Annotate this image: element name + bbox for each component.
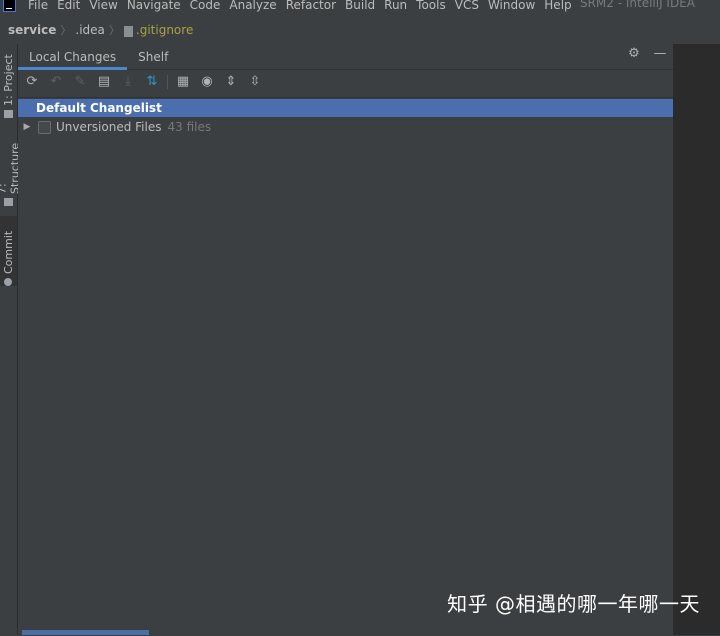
tool-tab-structure[interactable]: 7: Structure — [0, 130, 22, 206]
structure-icon — [4, 198, 13, 206]
tab-shelf[interactable]: Shelf — [127, 45, 179, 69]
menu-file[interactable]: File — [28, 0, 48, 12]
bottom-indicator — [22, 630, 149, 635]
unversioned-checkbox[interactable] — [38, 120, 51, 134]
refresh-icon[interactable]: ⟳ — [24, 74, 40, 90]
panel-header: Local Changes Shelf ⚙ — — [18, 44, 673, 70]
gear-icon[interactable]: ⚙ — [627, 47, 641, 61]
unversioned-label: Unversioned Files — [56, 120, 162, 134]
left-tool-strip: 1: Project 7: Structure Commit — [0, 44, 22, 635]
unversioned-files-row[interactable]: ▶ Unversioned Files 43 files — [18, 118, 673, 136]
menu-vcs[interactable]: VCS — [455, 0, 479, 12]
group-by-icon[interactable]: ▦ — [175, 74, 191, 90]
tab-local-changes[interactable]: Local Changes — [18, 45, 128, 70]
menu-analyze[interactable]: Analyze — [229, 0, 276, 12]
menu-run[interactable]: Run — [384, 0, 407, 12]
breadcrumb-module[interactable]: service — [8, 23, 56, 37]
show-diff-icon[interactable]: ▤ — [96, 74, 112, 90]
breadcrumb-folder[interactable]: .idea — [75, 23, 105, 37]
breadcrumb: service 〉 .idea 〉 .gitignore — [0, 18, 720, 42]
window-title: SRM2 - IntelliJ IDEA — [579, 0, 695, 10]
menu-navigate[interactable]: Navigate — [127, 0, 181, 12]
changelist-row[interactable]: Default Changelist — [18, 99, 673, 117]
chevron-right-icon: 〉 — [108, 24, 120, 37]
menu-bar: File Edit View Navigate Code Analyze Ref… — [0, 0, 720, 14]
menu-refactor[interactable]: Refactor — [286, 0, 336, 12]
expand-arrow-icon[interactable]: ▶ — [20, 118, 34, 136]
editor-area — [673, 44, 720, 635]
breadcrumb-file[interactable]: .gitignore — [136, 23, 193, 37]
expand-all-icon[interactable]: ⇕ — [223, 74, 239, 90]
toolbar-separator — [167, 75, 168, 89]
update-icon[interactable]: ⤓ — [120, 74, 136, 90]
menu-code[interactable]: Code — [190, 0, 221, 12]
menu-tools[interactable]: Tools — [416, 0, 446, 12]
tool-tab-project[interactable]: 1: Project — [0, 50, 17, 118]
jump-to-source-icon[interactable]: ✎ — [72, 74, 88, 90]
menu-edit[interactable]: Edit — [57, 0, 80, 12]
file-icon — [123, 25, 133, 37]
tool-tab-commit[interactable]: Commit — [0, 216, 17, 286]
chevron-right-icon: 〉 — [60, 24, 72, 37]
menu-view[interactable]: View — [89, 0, 117, 12]
intellij-logo-icon — [3, 0, 16, 12]
menu-help[interactable]: Help — [544, 0, 571, 12]
folder-icon — [4, 110, 13, 118]
watermark: 知乎 @相遇的哪一年哪一天 — [447, 592, 700, 616]
shelve-icon[interactable]: ⇅ — [144, 74, 160, 90]
tool-tab-project-label: 1: Project — [2, 54, 15, 106]
commit-icon — [4, 278, 13, 286]
minimize-icon[interactable]: — — [653, 47, 667, 61]
version-control-panel: Local Changes Shelf ⚙ — ⟳ ↶ ✎ ▤ ⤓ ⇅ ▦ ◉ … — [18, 44, 673, 636]
view-options-icon[interactable]: ◉ — [199, 74, 215, 90]
collapse-all-icon[interactable]: ⇳ — [247, 74, 263, 90]
menu-window[interactable]: Window — [488, 0, 535, 12]
changes-toolbar: ⟳ ↶ ✎ ▤ ⤓ ⇅ ▦ ◉ ⇕ ⇳ — [18, 71, 673, 93]
menu-build[interactable]: Build — [345, 0, 375, 12]
unversioned-count: 43 files — [167, 120, 212, 134]
tool-tab-commit-label: Commit — [2, 230, 15, 274]
rollback-icon[interactable]: ↶ — [48, 74, 64, 90]
changes-tree: Default Changelist ▶ Unversioned Files 4… — [18, 97, 673, 636]
